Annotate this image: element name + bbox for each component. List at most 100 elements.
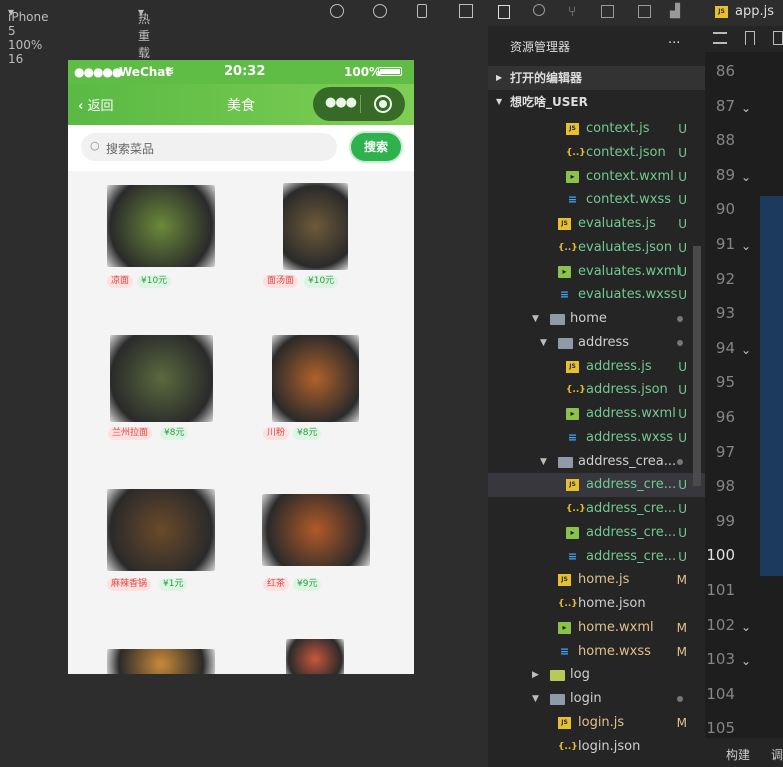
tree-item-label: home.js [578,572,630,588]
tree-item[interactable]: ▼ home [488,307,705,331]
json-file-icon: {..} [566,147,586,158]
build-tab[interactable]: 构建 [726,746,750,763]
tree-item[interactable]: ≡ address.wxss U [488,426,705,450]
debug-tab[interactable]: 调 [771,746,783,763]
line-number: 87 [715,96,735,115]
window-icon[interactable] [459,4,473,18]
line-number: 93 [715,304,735,323]
food-image[interactable] [107,185,215,267]
open-editors-section[interactable]: ▶ 打开的编辑器 [488,66,705,90]
git-status-badge: U [678,549,687,564]
tree-item[interactable]: ▼ address [488,331,705,355]
extensions-icon[interactable] [601,5,614,18]
editor-tab-app-js[interactable]: app.js [735,4,774,19]
tree-item[interactable]: ▸ address.wxml U [488,402,705,426]
chevron-down-icon[interactable]: ▼ [540,450,547,474]
fold-chevron-icon[interactable]: ⌄ [741,620,751,634]
files-icon[interactable] [498,5,510,19]
tree-item[interactable]: ▸ context.wxml U [488,165,705,189]
tree-item-label: context.js [586,121,650,136]
tree-item[interactable]: ▸ home.wxml M [488,616,705,640]
search-input[interactable]: ○ 搜索菜品 [81,133,337,161]
search-placeholder: 搜索菜品 [106,142,155,156]
carrier-label: WeChat [119,65,172,79]
tree-item[interactable]: JS context.js U [488,117,705,141]
tree-item[interactable]: ≡ evaluates.wxss U [488,283,705,307]
food-image[interactable] [286,639,344,674]
wxss-file-icon: ≡ [567,193,578,207]
food-image[interactable] [262,494,370,566]
food-name-tag: 川粉 [263,427,290,440]
tree-item[interactable]: JS address_cre... U [488,473,705,498]
wxml-file-icon: ▸ [566,170,579,183]
fold-chevron-icon[interactable]: ⌄ [741,654,751,668]
editor-tabbar: JS app.js [705,0,783,26]
debug-icon[interactable] [638,5,651,18]
fold-chevron-icon[interactable]: ⌄ [741,101,751,115]
scrollbar[interactable] [693,246,701,486]
git-status-badge: U [678,145,687,160]
close-circle-icon[interactable] [374,95,392,113]
food-image[interactable] [283,183,348,270]
phone-icon[interactable] [417,4,427,18]
back-button[interactable]: ‹ 返回 [78,95,114,114]
folder-icon [558,337,573,349]
tree-item[interactable]: ▸ address_cre... U [488,521,705,545]
bottom-panel-tabs: 构建 调 [705,738,783,767]
folder-icon [558,456,573,468]
chevron-down-icon[interactable]: ▼ [532,307,539,331]
stop-icon[interactable] [373,4,387,18]
fold-chevron-icon[interactable]: ⌄ [741,170,751,184]
tree-item[interactable]: JS home.js M [488,568,705,592]
git-status-badge: U [678,193,687,208]
food-image[interactable] [272,335,359,422]
tree-item[interactable]: ≡ address_cre... U [488,545,705,569]
wxml-file-icon: ▸ [566,526,579,539]
chevron-down-icon[interactable]: ▼ [532,687,539,711]
chevron-down-icon: ▼ [496,97,503,106]
tree-item[interactable]: ≡ home.wxss M [488,640,705,664]
line-number: 90 [715,200,735,219]
tree-item[interactable]: {..} home.json [488,592,705,616]
tree-item[interactable]: JS login.js M [488,711,705,735]
tree-item[interactable]: {..} address.json U [488,378,705,402]
selection-highlight [760,196,783,576]
list-icon[interactable] [713,32,727,44]
food-grid: 凉面 ¥10元 面汤面 ¥10元 兰州拉面 ¥8元 川粉 ¥8元 麻辣香锅 ¥1元 红茶 ¥9元 [68,171,414,674]
fold-chevron-icon[interactable]: ⌄ [741,343,751,357]
fold-chevron-icon[interactable]: ⌄ [741,239,751,253]
refresh-icon[interactable] [330,4,344,18]
tree-item[interactable]: ▸ evaluates.wxml U [488,260,705,284]
search-bar: ○ 搜索菜品 搜索 [68,125,414,171]
tree-item[interactable]: JS address.js U [488,355,705,379]
food-image[interactable] [107,489,215,571]
tree-item[interactable]: ▼ login [488,687,705,711]
tree-item[interactable]: {..} login.json [488,735,705,759]
search-button[interactable]: 搜索 [351,133,401,161]
js-file-icon: JS [566,479,579,492]
chevron-right-icon[interactable]: ▶ [532,663,539,687]
chevron-down-icon[interactable]: ▼ [540,331,547,355]
tree-item-label: login [570,691,602,706]
tree-item[interactable]: ▶ log [488,663,705,687]
device-selector[interactable]: iPhone 5 100% 16 ▾ [8,5,49,66]
food-image[interactable] [107,649,215,674]
hot-reload-toggle[interactable]: 热重载 开 ▾ [138,5,150,77]
tree-item[interactable]: {..} address_cre... U [488,497,705,521]
search-icon[interactable] [533,4,545,16]
tree-item[interactable]: ≡ context.wxss U [488,188,705,212]
project-section[interactable]: ▼ 想吃啥_USER [488,90,705,114]
tree-item[interactable]: JS evaluates.js U [488,212,705,236]
tree-item[interactable]: {..} context.json U [488,141,705,165]
bookmark-icon[interactable] [745,31,755,45]
more-actions-icon[interactable]: ··· [668,36,680,51]
source-control-icon[interactable]: ⑂ [568,4,576,20]
food-image[interactable] [110,335,213,422]
capsule-divider [360,95,361,113]
split-icon[interactable] [773,31,783,45]
docker-icon[interactable]: ▟ [670,4,680,19]
tree-item[interactable]: ▼ address_crea... [488,450,705,474]
more-dots-icon[interactable]: ●●● [325,95,357,110]
tree-item[interactable]: {..} evaluates.json U [488,236,705,260]
page-title: 美食 [227,98,255,114]
